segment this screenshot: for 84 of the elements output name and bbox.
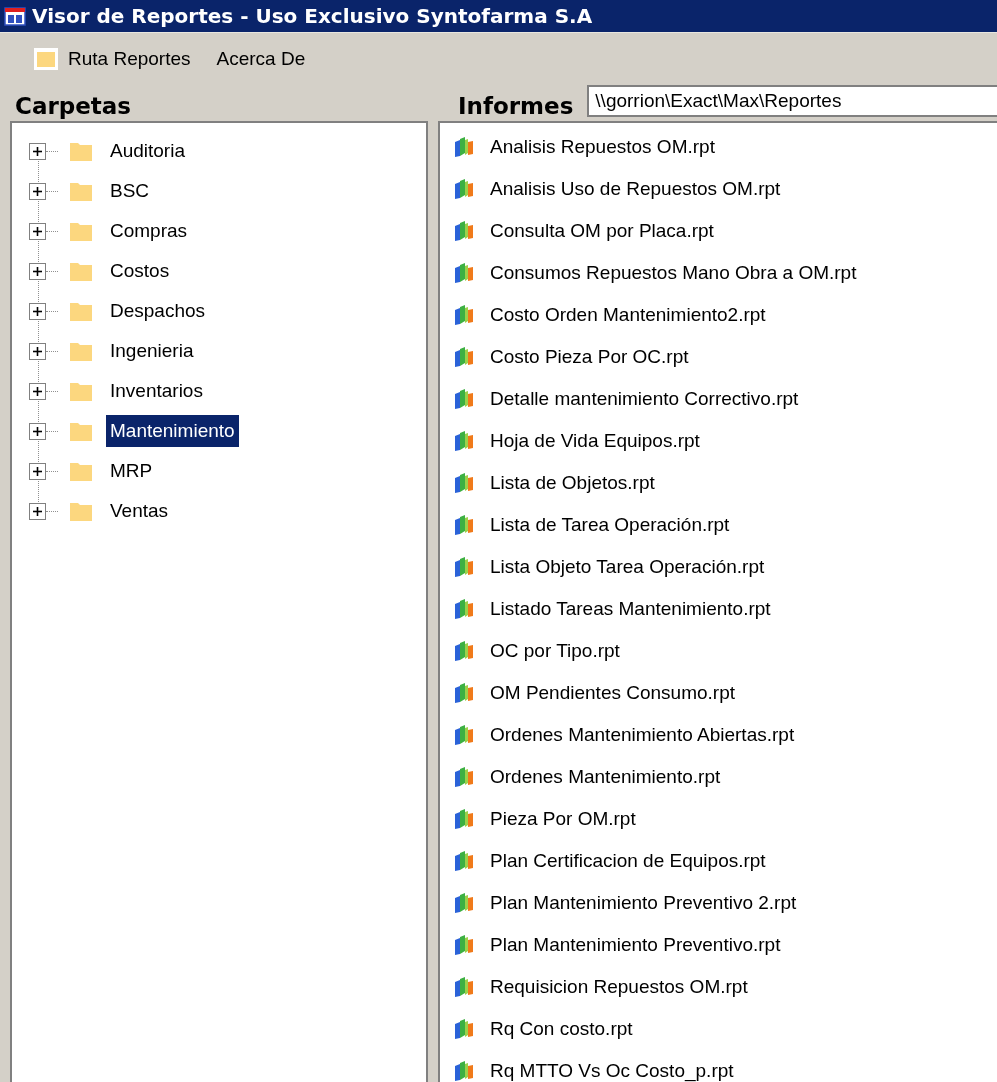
report-item[interactable]: Consulta OM por Placa.rpt: [440, 210, 997, 252]
report-item[interactable]: Lista de Objetos.rpt: [440, 462, 997, 504]
report-item[interactable]: Pieza Por OM.rpt: [440, 798, 997, 840]
folder-icon: [68, 420, 94, 442]
folder-icon: [68, 500, 94, 522]
menu-item[interactable]: Ruta Reportes: [26, 44, 199, 74]
tree-item[interactable]: BSC: [106, 175, 154, 207]
report-file-icon: [452, 892, 476, 914]
report-file-icon: [452, 262, 476, 284]
folder-icon: [68, 300, 94, 322]
report-file-icon: [452, 388, 476, 410]
app-icon: [4, 6, 26, 26]
report-file-icon: [452, 976, 476, 998]
expand-toggle[interactable]: [29, 182, 46, 200]
expand-toggle[interactable]: [29, 462, 46, 480]
report-item[interactable]: Listado Tareas Mantenimiento.rpt: [440, 588, 997, 630]
report-file-icon: [452, 1060, 476, 1082]
panel-title: Informes: [458, 93, 574, 121]
report-file-icon: [452, 220, 476, 242]
report-file-icon: [452, 640, 476, 662]
report-item[interactable]: Costo Orden Mantenimiento2.rpt: [440, 294, 997, 336]
tree-item[interactable]: Mantenimiento: [106, 415, 239, 447]
report-item[interactable]: Analisis Uso de Repuestos OM.rpt: [440, 168, 997, 210]
report-file-icon: [452, 1018, 476, 1040]
report-item[interactable]: Analisis Repuestos OM.rpt: [440, 126, 997, 168]
tree-item[interactable]: Compras: [106, 215, 192, 247]
report-item[interactable]: Rq MTTO Vs Oc Costo_p.rpt: [440, 1050, 997, 1082]
report-file-icon: [452, 136, 476, 158]
report-file-icon: [452, 304, 476, 326]
report-item[interactable]: Lista de Tarea Operación.rpt: [440, 504, 997, 546]
report-item[interactable]: Lista Objeto Tarea Operación.rpt: [440, 546, 997, 588]
expand-toggle[interactable]: [29, 302, 46, 320]
report-item[interactable]: Plan Mantenimiento Preventivo.rpt: [440, 924, 997, 966]
window-title: Visor de Reportes - Uso Exclusivo Syntofarma S.A: [32, 4, 593, 28]
report-file-icon: [452, 178, 476, 200]
expand-toggle[interactable]: [29, 502, 46, 520]
panel-title: Carpetas: [15, 93, 131, 121]
tree-item[interactable]: Inventarios: [106, 375, 207, 407]
report-file-icon: [452, 934, 476, 956]
expand-toggle[interactable]: [29, 142, 46, 160]
report-item[interactable]: Ordenes Mantenimiento.rpt: [440, 756, 997, 798]
expand-toggle[interactable]: [29, 262, 46, 280]
path-field[interactable]: \\gorrion\Exact\Max\Reportes: [587, 85, 997, 117]
expand-toggle[interactable]: [29, 382, 46, 400]
report-item[interactable]: Rq Con costo.rpt: [440, 1008, 997, 1050]
tree-item[interactable]: Auditoria: [106, 135, 189, 167]
folder-icon: [68, 340, 94, 362]
tree-item[interactable]: Ventas: [106, 495, 173, 527]
expand-toggle[interactable]: [29, 342, 46, 360]
report-file-icon: [452, 766, 476, 788]
report-item[interactable]: OC por Tipo.rpt: [440, 630, 997, 672]
tree-item[interactable]: Ingenieria: [106, 335, 198, 367]
report-item[interactable]: Plan Mantenimiento Preventivo 2.rpt: [440, 882, 997, 924]
menu-item[interactable]: Acerca De: [208, 44, 314, 74]
folder-icon: [68, 140, 94, 162]
report-item[interactable]: Requisicion Repuestos OM.rpt: [440, 966, 997, 1008]
report-file-icon: [452, 682, 476, 704]
report-item[interactable]: Costo Pieza Por OC.rpt: [440, 336, 997, 378]
report-file-icon: [452, 724, 476, 746]
report-item[interactable]: OM Pendientes Consumo.rpt: [440, 672, 997, 714]
report-file-icon: [452, 808, 476, 830]
folder-icon: [68, 460, 94, 482]
report-item[interactable]: Ordenes Mantenimiento Abiertas.rpt: [440, 714, 997, 756]
folder-icon: [68, 180, 94, 202]
report-file-icon: [452, 430, 476, 452]
folder-icon: [68, 260, 94, 282]
tree-item[interactable]: MRP: [106, 455, 157, 487]
report-file-icon: [452, 850, 476, 872]
expand-toggle[interactable]: [29, 422, 46, 440]
report-file-icon: [452, 598, 476, 620]
folder-icon: [68, 380, 94, 402]
report-item[interactable]: Detalle mantenimiento Correctivo.rpt: [440, 378, 997, 420]
report-item[interactable]: Hoja de Vida Equipos.rpt: [440, 420, 997, 462]
tree-item[interactable]: Despachos: [106, 295, 210, 327]
report-file-icon: [452, 346, 476, 368]
report-file-icon: [452, 472, 476, 494]
folder-icon: [68, 220, 94, 242]
expand-toggle[interactable]: [29, 222, 46, 240]
report-item[interactable]: Consumos Repuestos Mano Obra a OM.rpt: [440, 252, 997, 294]
tree-item[interactable]: Costos: [106, 255, 174, 287]
report-file-icon: [452, 514, 476, 536]
report-file-icon: [452, 556, 476, 578]
report-item[interactable]: Plan Certificacion de Equipos.rpt: [440, 840, 997, 882]
folder-icon: [34, 48, 58, 70]
